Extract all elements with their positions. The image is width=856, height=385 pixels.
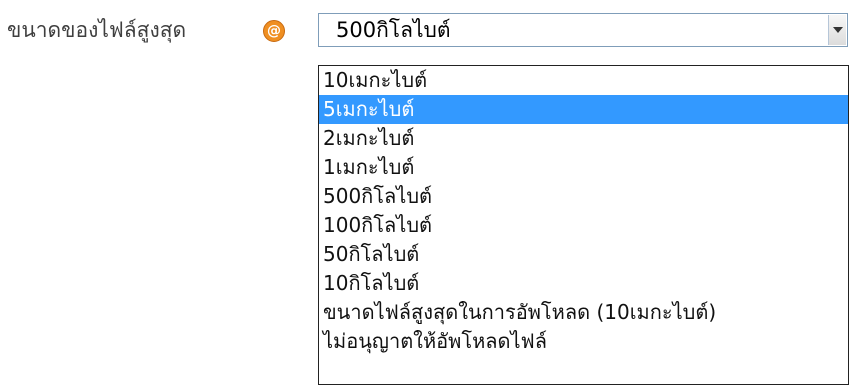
select-value: 500กิโลไบต์ bbox=[336, 18, 451, 42]
max-file-size-select[interactable]: 500กิโลไบต์ bbox=[318, 13, 848, 47]
dropdown-option[interactable]: ขนาดไฟล์สูงสุดในการอัพโหลด (10เมกะไบต์) bbox=[319, 298, 848, 327]
dropdown-option[interactable]: 100กิโลไบต์ bbox=[319, 211, 848, 240]
dropdown-option[interactable]: 10เมกะไบต์ bbox=[319, 66, 848, 95]
dropdown-option[interactable]: 500กิโลไบต์ bbox=[319, 182, 848, 211]
help-icon[interactable]: @ bbox=[263, 20, 285, 42]
dropdown-list: 10เมกะไบต์ 5เมกะไบต์ 2เมกะไบต์ 1เมกะไบต์… bbox=[318, 65, 849, 385]
field-label: ขนาดของไฟล์สูงสุด bbox=[7, 18, 187, 42]
dropdown-option[interactable]: 2เมกะไบต์ bbox=[319, 124, 848, 153]
dropdown-option[interactable]: ไม่อนุญาตให้อัพโหลดไฟล์ bbox=[319, 327, 848, 356]
dropdown-option[interactable]: 1เมกะไบต์ bbox=[319, 153, 848, 182]
dropdown-option[interactable]: 5เมกะไบต์ bbox=[319, 95, 848, 124]
dropdown-option[interactable]: 50กิโลไบต์ bbox=[319, 240, 848, 269]
dropdown-option[interactable]: 10กิโลไบต์ bbox=[319, 269, 848, 298]
dropdown-arrow-icon[interactable] bbox=[828, 15, 846, 45]
